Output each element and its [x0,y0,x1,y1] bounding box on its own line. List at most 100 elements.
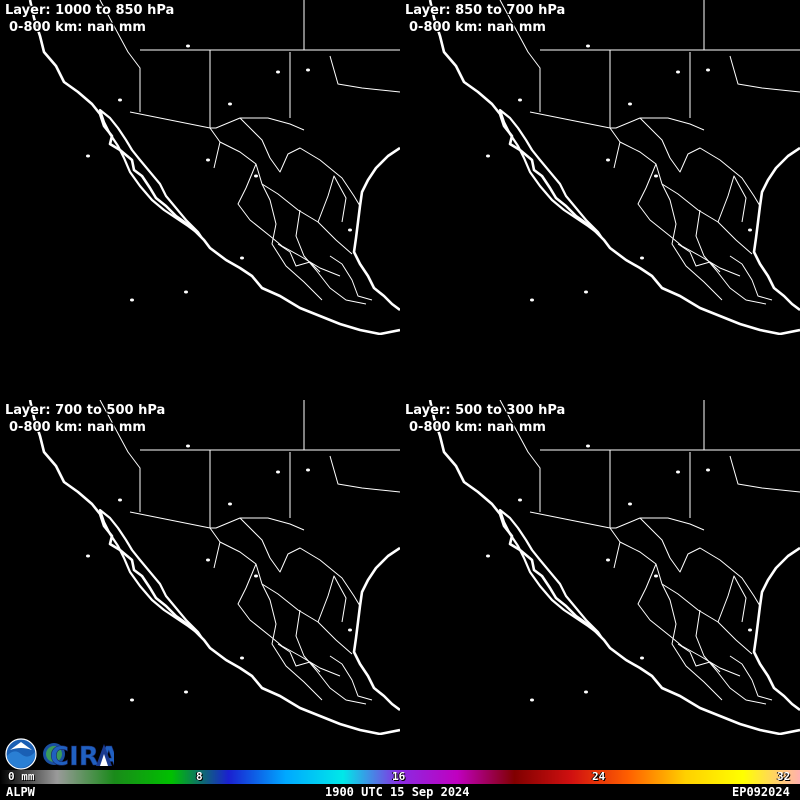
map-panel-700-500: Layer: 700 to 500 hPa 0-800 km: nan mm [0,400,400,735]
island-mark [240,256,244,260]
panel-label: Layer: 700 to 500 hPa 0-800 km: nan mm [5,402,165,436]
map-line [98,508,204,640]
map-line [237,563,341,677]
map-line [729,455,800,493]
layer-label: Layer: 1000 to 850 hPa [5,3,175,18]
map-line [498,508,604,640]
map-line [639,517,761,607]
island-mark [748,628,752,632]
island-mark [486,154,490,158]
island-mark [518,498,522,502]
island-mark [676,70,680,74]
map-line [129,511,305,531]
timestamp: 1900 UTC 15 Sep 2024 [325,785,470,799]
map-line [329,255,373,301]
map-line [729,655,773,701]
map-line [529,111,705,131]
island-mark [306,68,310,72]
noaa-logo-icon [5,738,37,770]
island-mark [184,690,188,694]
map-line [329,55,400,93]
layer-label: Layer: 700 to 500 hPa [5,403,166,418]
island-mark [628,102,632,106]
map-line [352,546,400,712]
island-mark [706,468,710,472]
colorbar-label-16: 16 [392,770,406,783]
island-mark [276,470,280,474]
map-outline [428,400,800,735]
map-line [317,575,347,623]
island-mark [518,98,522,102]
map-line [239,117,361,207]
island-mark [628,502,632,506]
map-line [661,583,723,701]
colorbar-label-32: 32 [777,770,791,783]
map-line [637,163,741,277]
map-line [98,108,204,240]
map-line [717,575,747,623]
map-line [639,117,761,207]
map-line [329,455,400,493]
map-line [752,546,800,712]
map-panel-1000-850: Layer: 1000 to 850 hPa 0-800 km: nan mm [0,0,400,335]
storm-id: EP092024 [732,785,790,799]
map-line [661,183,723,301]
map-line [237,163,341,277]
range-label: 0-800 km: nan mm [409,20,546,35]
map-line [129,111,305,131]
island-mark [530,698,534,702]
map-line [752,146,800,312]
map-line [261,583,323,701]
island-mark [118,98,122,102]
island-mark [640,256,644,260]
island-mark [530,298,534,302]
island-mark [86,154,90,158]
product-name: ALPW [6,785,35,799]
layer-label: Layer: 500 to 300 hPa [405,403,566,418]
island-mark [654,574,658,578]
map-line [317,175,347,223]
island-mark [254,574,258,578]
island-mark [676,470,680,474]
map-line [209,527,221,569]
map-outline [28,0,400,335]
island-mark [640,656,644,660]
map-line [729,255,773,301]
range-label: 0-800 km: nan mm [9,420,146,435]
map-line [637,563,741,677]
panel-label: Layer: 1000 to 850 hPa 0-800 km: nan mm [5,2,174,36]
island-mark [348,628,352,632]
map-line [329,655,373,701]
island-mark [186,444,190,448]
island-mark [186,44,190,48]
island-mark [276,70,280,74]
island-mark [654,174,658,178]
colorbar-label-0: 0 mm [8,770,35,783]
map-line [209,127,221,169]
island-mark [706,68,710,72]
cira-logo-icon: CIRA [43,742,114,770]
island-mark [206,558,210,562]
colorbar-label-24: 24 [592,770,606,783]
island-mark [584,690,588,694]
island-mark [206,158,210,162]
map-panel-500-300: Layer: 500 to 300 hPa 0-800 km: nan mm [400,400,800,735]
island-mark [184,290,188,294]
map-outline [428,0,800,335]
island-mark [586,444,590,448]
map-line [609,527,621,569]
island-mark [228,502,232,506]
map-line [717,175,747,223]
map-line [609,127,621,169]
map-line [529,511,705,531]
panel-label: Layer: 500 to 300 hPa 0-800 km: nan mm [405,402,565,436]
range-label: 0-800 km: nan mm [9,20,146,35]
island-mark [748,228,752,232]
layer-label: Layer: 850 to 700 hPa [405,3,566,18]
map-line [261,183,323,301]
island-mark [130,298,134,302]
island-mark [130,698,134,702]
island-mark [240,656,244,660]
island-mark [486,554,490,558]
island-mark [584,290,588,294]
